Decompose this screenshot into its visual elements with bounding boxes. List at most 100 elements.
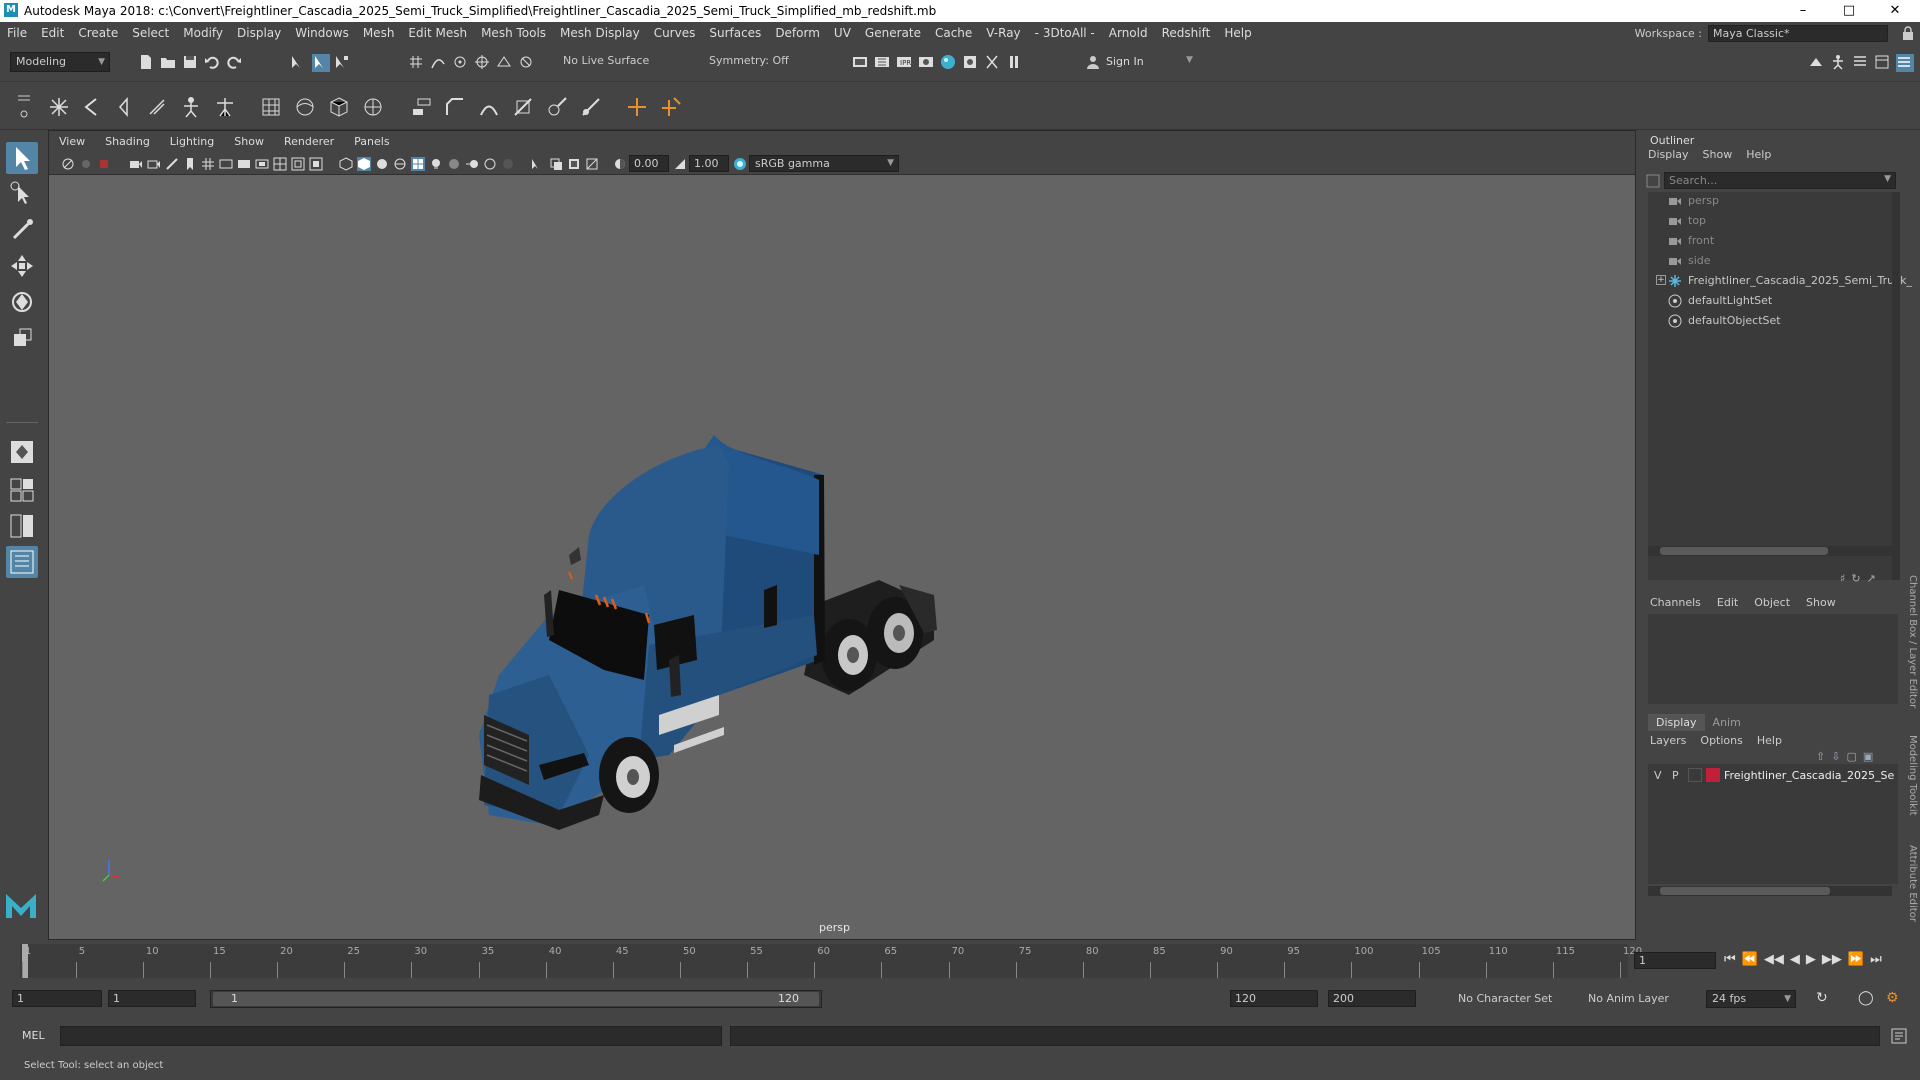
- outliner-item-truck-group[interactable]: Freightliner_Cascadia_2025_Semi_Truck_: [1669, 272, 1912, 290]
- multi-cut-icon[interactable]: [512, 96, 534, 118]
- close-button[interactable]: ✕: [1872, 0, 1918, 22]
- minimize-button[interactable]: –: [1780, 0, 1826, 22]
- xray-joints-icon[interactable]: [585, 157, 599, 171]
- symmetry-field[interactable]: Symmetry: Off: [704, 52, 804, 72]
- menu-cache[interactable]: Cache: [928, 22, 979, 44]
- rotate-tool-icon[interactable]: [6, 286, 38, 318]
- anti-aliasing-icon[interactable]: [483, 157, 497, 171]
- lasso-tool-icon[interactable]: [80, 96, 102, 118]
- go-to-start-icon[interactable]: ⏮: [1724, 952, 1736, 967]
- auto-key-icon[interactable]: ◯: [1858, 990, 1874, 1006]
- outliner-vscrollbar[interactable]: [1892, 192, 1900, 580]
- viewport-menu-show[interactable]: Show: [224, 131, 274, 153]
- current-frame-field[interactable]: 1: [1634, 952, 1716, 969]
- character-set-field[interactable]: No Character Set: [1458, 992, 1552, 1005]
- vertex-tool-icon[interactable]: [48, 96, 70, 118]
- move-layer-down-icon[interactable]: ⇩: [1831, 750, 1840, 763]
- menu-mesh-tools[interactable]: Mesh Tools: [474, 22, 553, 44]
- hypershade-icon[interactable]: [940, 54, 958, 72]
- channel-sync-icon[interactable]: ↻: [1851, 572, 1860, 585]
- filter-icon[interactable]: [1646, 174, 1660, 188]
- modeling-toolkit-toggle-icon[interactable]: [1808, 54, 1826, 72]
- play-forward-icon[interactable]: ▶: [1806, 952, 1816, 967]
- render-view-icon[interactable]: [918, 54, 936, 72]
- two-d-pan-zoom-icon[interactable]: [147, 157, 161, 171]
- loop-icon[interactable]: ↻: [1816, 990, 1828, 1006]
- make-live-icon[interactable]: [518, 54, 536, 72]
- outliner-menu-display[interactable]: Display: [1648, 148, 1689, 166]
- channel-expand-icon[interactable]: ↗: [1867, 572, 1876, 585]
- bookmark-icon[interactable]: [183, 157, 197, 171]
- grease-pencil-icon[interactable]: [165, 157, 179, 171]
- play-backward-icon[interactable]: ◀: [1790, 952, 1800, 967]
- layer-hscrollbar[interactable]: [1648, 886, 1892, 896]
- shadows-icon[interactable]: [429, 157, 443, 171]
- menu-modify[interactable]: Modify: [176, 22, 230, 44]
- gamma-field[interactable]: 1.00: [689, 155, 729, 172]
- light-editor-icon[interactable]: [984, 54, 1002, 72]
- new-scene-icon[interactable]: [138, 54, 156, 72]
- outliner-item-front[interactable]: front: [1669, 232, 1714, 250]
- motion-blur-icon[interactable]: [465, 157, 479, 171]
- command-language-label[interactable]: MEL: [22, 1029, 45, 1042]
- attribute-editor-toggle-icon[interactable]: [1852, 54, 1870, 72]
- paint-tool-icon[interactable]: [112, 96, 134, 118]
- menu-help[interactable]: Help: [1217, 22, 1258, 44]
- tab-anim[interactable]: Anim: [1705, 714, 1749, 731]
- gamma-icon[interactable]: [673, 157, 687, 171]
- step-forward-frame-icon[interactable]: ▶▶: [1822, 952, 1842, 967]
- outliner-menu-help[interactable]: Help: [1746, 148, 1771, 166]
- layers-menu-layers[interactable]: Layers: [1650, 734, 1686, 747]
- channel-menu-show[interactable]: Show: [1806, 596, 1836, 609]
- outliner-item-top[interactable]: top: [1669, 212, 1706, 230]
- safe-action-icon[interactable]: [291, 157, 305, 171]
- humanik-tool-icon[interactable]: [214, 96, 236, 118]
- tool-settings-toggle-icon[interactable]: [1874, 54, 1892, 72]
- menu-display[interactable]: Display: [230, 22, 288, 44]
- exposure-field[interactable]: 0.00: [629, 155, 669, 172]
- tab-display[interactable]: Display: [1648, 714, 1705, 731]
- target-weld-icon[interactable]: [580, 96, 602, 118]
- viewport-menu-panels[interactable]: Panels: [344, 131, 399, 153]
- field-chart-icon[interactable]: [273, 157, 287, 171]
- resolution-gate-icon[interactable]: [237, 157, 251, 171]
- use-all-lights-icon[interactable]: [411, 157, 425, 171]
- select-by-component-icon[interactable]: [334, 54, 352, 72]
- outliner-hscrollbar[interactable]: [1648, 546, 1892, 556]
- lock-icon[interactable]: [1902, 26, 1914, 40]
- cube-primitive-icon[interactable]: [260, 96, 282, 118]
- xray-active-icon[interactable]: [567, 157, 581, 171]
- plane-primitive-icon[interactable]: [362, 96, 384, 118]
- channel-menu-channels[interactable]: Channels: [1650, 596, 1701, 609]
- smooth-shade-icon[interactable]: [357, 157, 371, 171]
- menu-file[interactable]: File: [0, 22, 34, 44]
- outliner-menu-show[interactable]: Show: [1703, 148, 1733, 166]
- channel-box-toggle-icon[interactable]: [1896, 54, 1914, 72]
- menu-windows[interactable]: Windows: [288, 22, 356, 44]
- step-forward-key-icon[interactable]: ⏩: [1848, 952, 1864, 967]
- playback-start-field[interactable]: 1: [108, 990, 196, 1007]
- move-tool-icon[interactable]: [6, 250, 38, 282]
- sign-in-dropdown[interactable]: Sign In ▼: [1082, 52, 1198, 72]
- outliner-layout-icon[interactable]: [6, 546, 38, 578]
- wireframe-icon[interactable]: [339, 157, 353, 171]
- outliner-item-side[interactable]: side: [1669, 252, 1711, 270]
- script-editor-icon[interactable]: [1890, 1026, 1908, 1046]
- render-setup-icon[interactable]: [962, 54, 980, 72]
- layer-playback-toggle[interactable]: P: [1672, 769, 1679, 782]
- camera-select-icon[interactable]: [61, 157, 75, 171]
- menu-vray[interactable]: V-Ray: [979, 22, 1027, 44]
- image-plane-icon[interactable]: [129, 157, 143, 171]
- range-bar-handle[interactable]: 1 120: [213, 992, 819, 1006]
- undo-icon[interactable]: [204, 54, 222, 72]
- snap-to-projected-center-icon[interactable]: [474, 54, 492, 72]
- range-bar[interactable]: 1 120: [210, 990, 822, 1008]
- viewport-menu-shading[interactable]: Shading: [95, 131, 160, 153]
- outliner-item-persp[interactable]: persp: [1669, 192, 1719, 210]
- isolate-select-icon[interactable]: [529, 157, 543, 171]
- color-space-dropdown[interactable]: sRGB gamma ▼: [749, 155, 899, 172]
- fps-dropdown[interactable]: 24 fps ▼: [1706, 990, 1796, 1008]
- playback-end-field[interactable]: 120: [1230, 990, 1318, 1007]
- skeleton-tool-icon[interactable]: [180, 96, 202, 118]
- redo-icon[interactable]: [226, 54, 244, 72]
